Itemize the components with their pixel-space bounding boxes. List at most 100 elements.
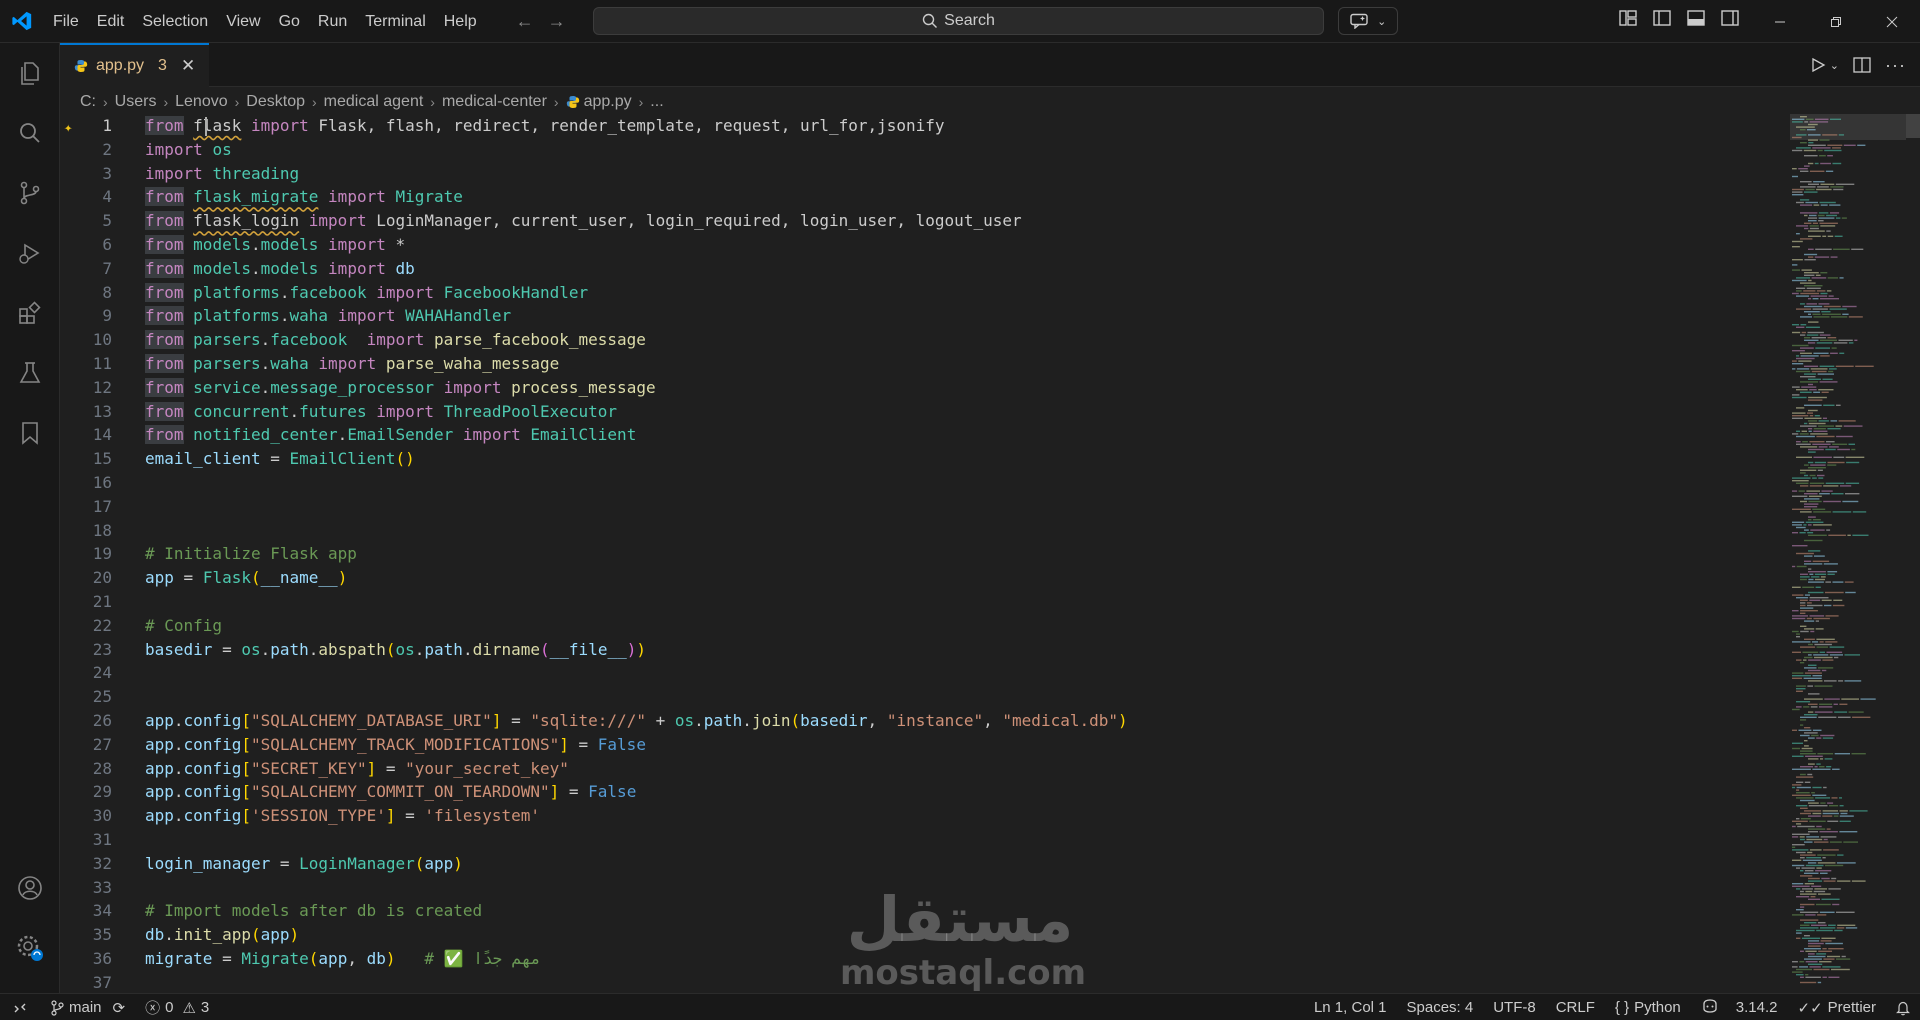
scrollbar-thumb[interactable] [1906, 114, 1920, 138]
problems-status[interactable]: ⓧ 0 ⚠ 3 [135, 994, 219, 1020]
code-line[interactable]: 25 [60, 685, 1785, 709]
code-line[interactable]: 10 from parsers.facebook import parse_fac… [60, 328, 1785, 352]
code-line[interactable]: 3 import threading [60, 162, 1785, 186]
tab-filename: app.py [96, 57, 145, 74]
toggle-primary-sidebar-icon[interactable] [1652, 8, 1672, 28]
run-dropdown-chevron-icon[interactable]: ⌄ [1830, 59, 1839, 72]
code-line[interactable]: 17 [60, 495, 1785, 519]
menu-selection[interactable]: Selection [133, 0, 217, 43]
cursor-position[interactable]: Ln 1, Col 1 [1304, 994, 1397, 1020]
breadcrumb-medical-agent[interactable]: medical agent [324, 93, 424, 111]
code-token: ) [636, 639, 646, 659]
code-token: = [395, 806, 425, 826]
code-line[interactable]: 26 app.config["SQLALCHEMY_DATABASE_URI"] … [60, 709, 1785, 733]
breadcrumb-medical-center[interactable]: medical-center [442, 93, 547, 111]
code-line[interactable]: 31 [60, 828, 1785, 852]
run-debug-icon[interactable] [0, 223, 60, 283]
code-line[interactable]: 16 [60, 471, 1785, 495]
code-line[interactable]: 28 app.config["SECRET_KEY"] = "your_secre… [60, 757, 1785, 781]
search-box[interactable]: Search [593, 7, 1324, 35]
code-line[interactable]: 18 [60, 519, 1785, 543]
copilot-status-icon[interactable] [1701, 998, 1719, 1017]
breadcrumb-file[interactable]: app.py [584, 93, 632, 111]
code-token: , [867, 711, 887, 730]
code-line[interactable]: 1 from flask import Flask, flash, redirec… [60, 114, 1785, 138]
forward-arrow-icon[interactable]: → [548, 11, 566, 32]
file-encoding[interactable]: UTF-8 [1483, 994, 1546, 1020]
code-line[interactable]: 11 from parsers.waha import parse_waha_me… [60, 352, 1785, 376]
minimap[interactable] [1790, 114, 1906, 992]
run-python-file-icon[interactable] [1810, 57, 1826, 73]
code-line[interactable]: 2 import os [60, 138, 1785, 162]
source-control-icon[interactable] [0, 163, 60, 223]
language-mode[interactable]: { } Python [1605, 994, 1691, 1020]
toggle-panel-icon[interactable] [1686, 8, 1706, 28]
code-line[interactable]: 19 # Initialize Flask app [60, 542, 1785, 566]
menu-view[interactable]: View [217, 0, 269, 43]
notifications-bell[interactable] [1886, 994, 1920, 1020]
code-line[interactable]: 29 app.config["SQLALCHEMY_COMMIT_ON_TEARD… [60, 780, 1785, 804]
tab-app-py[interactable]: app.py 3 ✕ [60, 43, 209, 87]
code-token: flask_login [193, 211, 300, 231]
copilot-button[interactable]: ⌄ [1338, 7, 1398, 35]
explorer-icon[interactable] [0, 43, 60, 103]
sync-icon[interactable]: ⟳ [113, 999, 126, 1017]
breadcrumb-drive[interactable]: C: [80, 93, 96, 111]
code-line[interactable]: 9 from platforms.waha import WAHAHandler [60, 304, 1785, 328]
code-line[interactable]: 20 app = Flask(__name__) [60, 566, 1785, 590]
indentation[interactable]: Spaces: 4 [1397, 994, 1484, 1020]
menu-terminal[interactable]: Terminal [356, 0, 434, 43]
menu-go[interactable]: Go [270, 0, 309, 43]
watermark-arabic-text: مستقل [846, 883, 1074, 956]
back-arrow-icon[interactable]: ← [516, 11, 534, 32]
code-line[interactable]: 7 from models.models import db [60, 257, 1785, 281]
code-line[interactable]: 32 login_manager = LoginManager(app) [60, 852, 1785, 876]
code-line[interactable]: 5 from flask_login import LoginManager, c… [60, 209, 1785, 233]
breadcrumb-desktop[interactable]: Desktop [246, 93, 305, 111]
tab-close-icon[interactable]: ✕ [181, 56, 195, 76]
more-actions-icon[interactable]: ··· [1885, 55, 1906, 76]
code-line[interactable]: 23 basedir = os.path.abspath(os.path.dirn… [60, 638, 1785, 662]
menu-run[interactable]: Run [309, 0, 356, 43]
code-line[interactable]: 21 [60, 590, 1785, 614]
menu-help[interactable]: Help [435, 0, 486, 43]
code-token: facebook [289, 282, 367, 302]
menu-edit[interactable]: Edit [88, 0, 134, 43]
minimize-button[interactable] [1752, 0, 1808, 43]
search-view-icon[interactable] [0, 103, 60, 163]
customize-layout-icon[interactable] [1618, 8, 1638, 28]
code-line[interactable]: 30 app.config['SESSION_TYPE'] = 'filesyst… [60, 804, 1785, 828]
git-branch-status[interactable]: main ⟳ [40, 994, 135, 1020]
code-line[interactable]: 27 app.config["SQLALCHEMY_TRACK_MODIFICAT… [60, 733, 1785, 757]
code-line[interactable]: 12 from service.message_processor import … [60, 376, 1785, 400]
line-number: 16 [92, 473, 112, 492]
code-editor[interactable]: 1 from flask import Flask, flash, redirec… [60, 114, 1785, 992]
code-line[interactable]: 24 [60, 661, 1785, 685]
toggle-secondary-sidebar-icon[interactable] [1720, 8, 1740, 28]
extensions-icon[interactable] [0, 283, 60, 343]
code-line[interactable]: 4 from flask_migrate import Migrate [60, 185, 1785, 209]
code-line[interactable]: 22 # Config [60, 614, 1785, 638]
code-token: notified_center [193, 425, 338, 445]
manage-gear-icon[interactable] [0, 918, 60, 978]
close-window-button[interactable] [1864, 0, 1920, 43]
remote-indicator[interactable] [0, 994, 40, 1020]
prettier-status[interactable]: ✓✓ Prettier [1788, 994, 1887, 1020]
editor-scrollbar[interactable] [1906, 114, 1920, 992]
menu-file[interactable]: File [44, 0, 88, 43]
code-line[interactable]: 15 email_client = EmailClient() [60, 447, 1785, 471]
split-editor-icon[interactable] [1853, 57, 1871, 73]
breadcrumb-symbol[interactable]: ... [650, 93, 663, 111]
breadcrumb-lenovo[interactable]: Lenovo [175, 93, 228, 111]
code-line[interactable]: 13 from concurrent.futures import ThreadP… [60, 400, 1785, 424]
code-line[interactable]: 6 from models.models import * [60, 233, 1785, 257]
restore-button[interactable] [1808, 0, 1864, 43]
accounts-icon[interactable] [0, 858, 60, 918]
code-line[interactable]: 14 from notified_center.EmailSender impor… [60, 423, 1785, 447]
bookmark-icon[interactable] [0, 403, 60, 463]
end-of-line[interactable]: CRLF [1546, 994, 1605, 1020]
python-interpreter[interactable]: 3.14.2 [1691, 994, 1788, 1020]
code-line[interactable]: 8 from platforms.facebook import Facebook… [60, 281, 1785, 305]
breadcrumb-users[interactable]: Users [115, 93, 157, 111]
testing-flask-icon[interactable] [0, 343, 60, 403]
